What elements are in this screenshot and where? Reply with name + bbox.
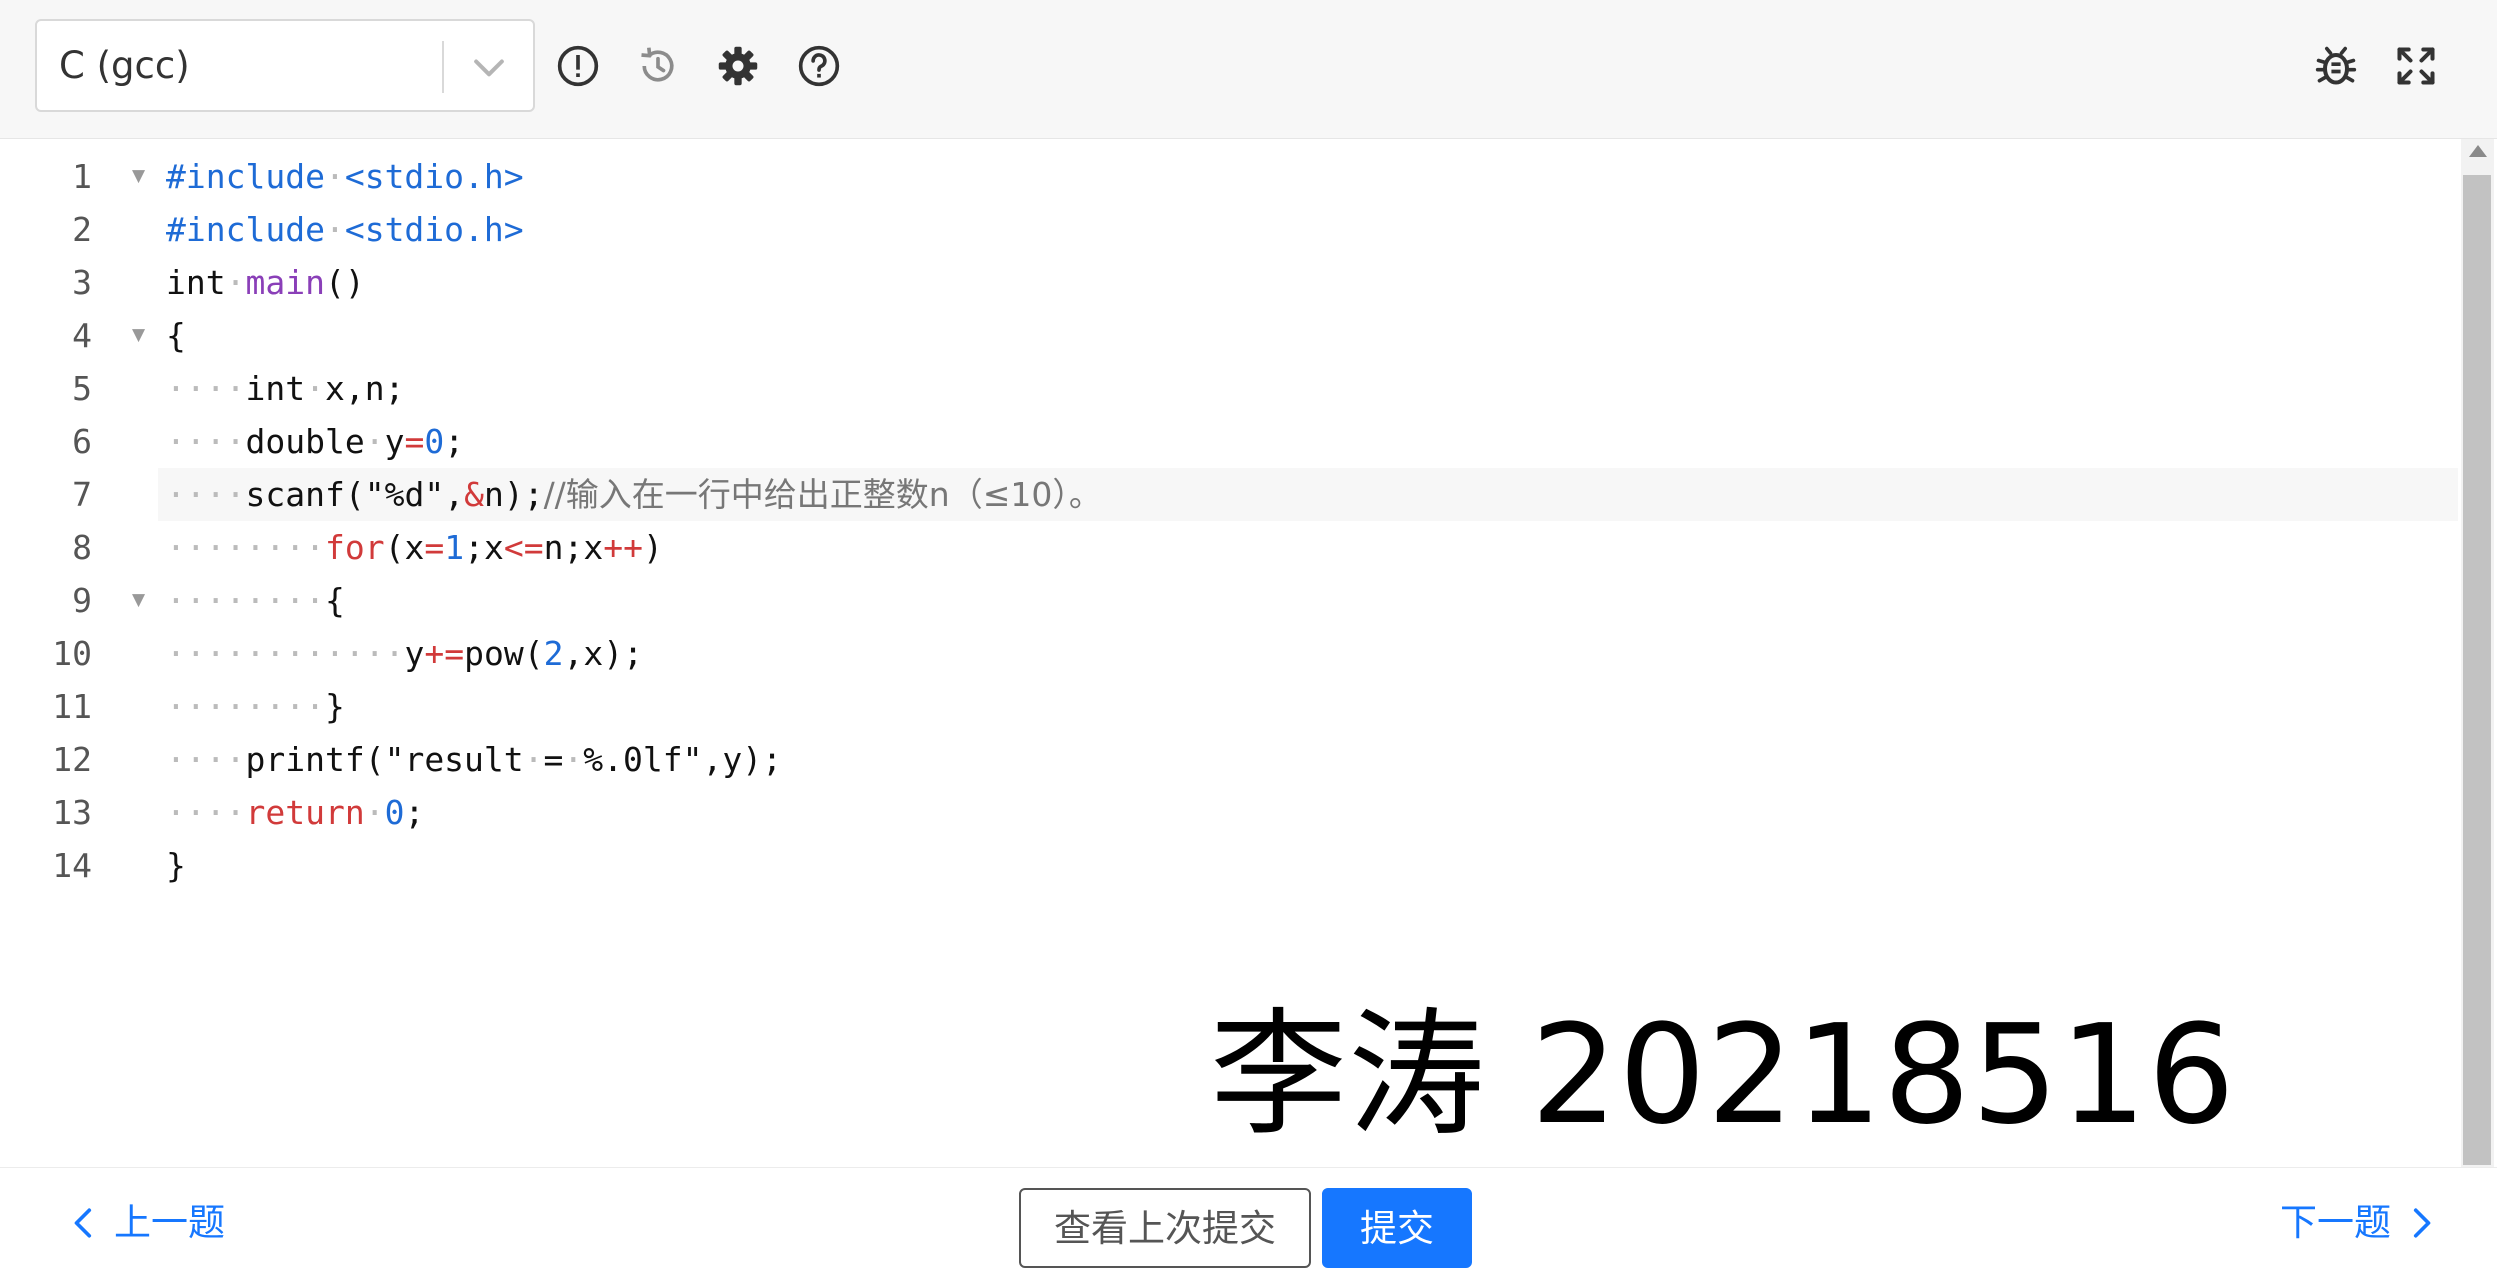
scroll-up-arrow-icon[interactable]: [2469, 145, 2487, 157]
bug-icon[interactable]: [2314, 44, 2358, 88]
scrollbar-thumb[interactable]: [2463, 175, 2491, 1165]
next-question-link[interactable]: 下一题: [2280, 1193, 2437, 1253]
prev-question-link[interactable]: 上一题: [68, 1193, 225, 1253]
line-number: 11: [52, 687, 92, 726]
line-number: 5: [72, 369, 92, 408]
vertical-scrollbar[interactable]: [2461, 139, 2494, 1167]
help-icon[interactable]: [797, 44, 841, 88]
code-line[interactable]: ········{: [166, 574, 345, 627]
code-line[interactable]: #include·<stdio.h>: [166, 203, 524, 256]
author-watermark: 李涛 20218516: [1210, 996, 2236, 1155]
gear-icon[interactable]: [716, 44, 760, 88]
code-line[interactable]: int·main(): [166, 256, 365, 309]
code-line[interactable]: ····printf("result·=·%.0lf",y);: [166, 733, 782, 786]
editor-toolbar: C (gcc): [0, 0, 2497, 139]
line-number: 4: [72, 316, 92, 355]
code-line[interactable]: ············y+=pow(2,x);: [166, 627, 643, 680]
code-line[interactable]: }: [166, 839, 186, 892]
history-icon[interactable]: [636, 44, 680, 88]
fold-arrow-icon[interactable]: ▼: [132, 150, 148, 203]
footer-bar: 上一题 查看上次提交 提交 下一题: [0, 1167, 2497, 1282]
line-number: 13: [52, 793, 92, 832]
code-line[interactable]: {: [166, 309, 186, 362]
line-number: 10: [52, 634, 92, 673]
fold-arrow-icon[interactable]: ▼: [132, 309, 148, 362]
code-line[interactable]: ····double·y=0;: [166, 415, 464, 468]
line-number: 1: [72, 157, 92, 196]
exclamation-icon[interactable]: [556, 44, 600, 88]
code-line[interactable]: ········for(x=1;x<=n;x++): [166, 521, 663, 574]
language-select[interactable]: C (gcc): [35, 19, 535, 112]
line-number: 14: [52, 846, 92, 885]
chevron-right-icon: [2413, 1208, 2431, 1238]
code-line[interactable]: ····int·x,n;: [166, 362, 404, 415]
line-number: 6: [72, 422, 92, 461]
submit-button[interactable]: 提交: [1322, 1188, 1472, 1268]
line-number: 2: [72, 210, 92, 249]
next-question-label: 下一题: [2280, 1201, 2391, 1244]
line-number: 9: [72, 581, 92, 620]
code-line[interactable]: ········}: [166, 680, 345, 733]
fullscreen-icon[interactable]: [2394, 44, 2438, 88]
language-select-value: C (gcc): [59, 44, 190, 87]
code-line[interactable]: ····scanf("%d",&n);//输入在一行中给出正整数n（≤10）。: [166, 468, 1102, 521]
line-number-gutter: 1 2 3 4 5 6 7 8 9 10 11 12 13 14 ▼ ▼ ▼: [0, 139, 155, 1167]
code-editor[interactable]: 1 2 3 4 5 6 7 8 9 10 11 12 13 14 ▼ ▼ ▼ #…: [0, 139, 2497, 1167]
line-number: 8: [72, 528, 92, 567]
view-last-submission-button[interactable]: 查看上次提交: [1019, 1188, 1311, 1268]
prev-question-label: 上一题: [114, 1201, 225, 1244]
chevron-left-icon: [74, 1208, 92, 1238]
code-line[interactable]: #include·<stdio.h>: [166, 150, 524, 203]
line-number: 7: [72, 475, 92, 514]
line-number: 12: [52, 740, 92, 779]
line-number: 3: [72, 263, 92, 302]
fold-arrow-icon[interactable]: ▼: [132, 574, 148, 627]
chevron-down-icon: [474, 59, 504, 77]
code-line[interactable]: ····return·0;: [166, 786, 424, 839]
select-divider: [442, 41, 444, 93]
